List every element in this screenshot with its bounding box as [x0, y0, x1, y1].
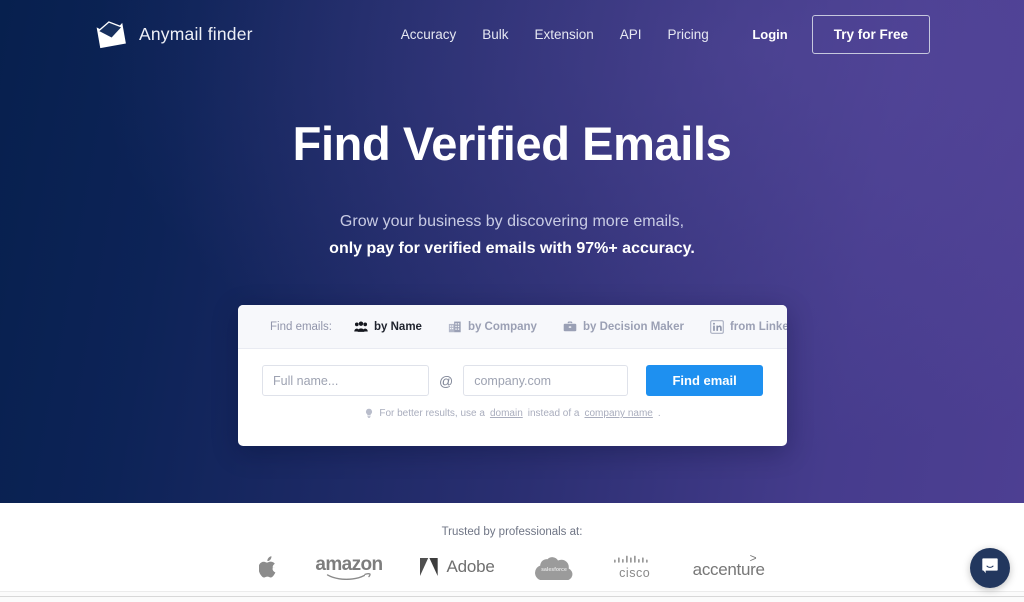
primary-nav: Accuracy Bulk Extension API Pricing [401, 27, 709, 42]
hint-suffix: . [657, 408, 661, 419]
svg-text:salesforce: salesforce [541, 567, 567, 573]
tab-from-linkedin[interactable]: from LinkedIn [710, 319, 787, 334]
hero-section: Anymail finder Accuracy Bulk Extension A… [0, 0, 1024, 503]
amazon-logo: amazon [315, 554, 383, 580]
tab-label-by-name: by Name [374, 320, 422, 333]
apple-logo [259, 554, 279, 580]
trusted-by-section: Trusted by professionals at: amazon Adob… [0, 503, 1024, 591]
chat-launcher-button[interactable] [970, 548, 1010, 588]
tab-label-by-decision-maker: by Decision Maker [582, 320, 684, 333]
tab-by-name[interactable]: by Name [354, 320, 422, 334]
login-link[interactable]: Login [752, 27, 787, 42]
salesforce-logo: salesforce [531, 554, 577, 580]
briefcase-icon [563, 320, 577, 334]
accenture-logo: > accenture [693, 551, 765, 580]
full-name-input[interactable] [262, 365, 429, 396]
hero-copy: Find Verified Emails Grow your business … [0, 117, 1024, 258]
trusted-by-title: Trusted by professionals at: [441, 526, 583, 538]
chat-bubble-icon [980, 556, 1000, 581]
tab-label-from-linkedin: from LinkedIn [729, 320, 787, 333]
nav-link-extension[interactable]: Extension [534, 27, 593, 42]
at-symbol: @ [439, 372, 454, 389]
hint-link-domain[interactable]: domain [490, 408, 523, 419]
search-hint: For better results, use a domain instead… [262, 408, 763, 419]
envelope-icon [94, 19, 128, 49]
hero-subline-2: only pay for verified emails with 97%+ a… [329, 239, 695, 257]
find-email-button[interactable]: Find email [646, 365, 763, 396]
brand-logo-link[interactable]: Anymail finder [94, 19, 253, 49]
try-for-free-button[interactable]: Try for Free [811, 14, 930, 54]
linkedin-icon [710, 319, 724, 334]
nav-link-api[interactable]: API [620, 27, 642, 42]
cisco-logo: cisco [613, 554, 657, 580]
find-emails-label: Find emails: [270, 320, 332, 333]
company-domain-input[interactable] [463, 365, 629, 396]
site-header: Anymail finder Accuracy Bulk Extension A… [0, 0, 1024, 68]
tab-by-company[interactable]: by Company [448, 320, 537, 334]
page-bottom-rule [0, 596, 1024, 597]
tab-label-by-company: by Company [467, 320, 537, 333]
adobe-logo-text: Adobe [446, 557, 495, 576]
people-group-icon [354, 320, 368, 334]
nav-link-bulk[interactable]: Bulk [482, 27, 508, 42]
hint-prefix: For better results, use a [379, 408, 485, 419]
email-search-card: Find emails: by Name by Company by Decis… [238, 305, 787, 446]
header-actions: Login Try for Free [752, 14, 930, 54]
building-icon [448, 320, 462, 334]
hint-middle: instead of a [527, 408, 580, 419]
tab-by-decision-maker[interactable]: by Decision Maker [563, 320, 684, 334]
search-form: @ Find email For better results, use a d… [238, 349, 787, 419]
client-logos: amazon Adobe salesforce cisco > accentur… [0, 551, 1024, 580]
page-root: Anymail finder Accuracy Bulk Extension A… [0, 0, 1024, 602]
brand-name: Anymail finder [139, 23, 253, 44]
hint-link-company-name[interactable]: company name [584, 408, 652, 419]
cisco-logo-text: cisco [619, 565, 651, 580]
search-input-row: @ Find email [262, 365, 763, 396]
nav-link-accuracy[interactable]: Accuracy [401, 27, 457, 42]
nav-link-pricing[interactable]: Pricing [668, 27, 709, 42]
page-title: Find Verified Emails [292, 117, 732, 170]
accenture-caret-icon: > [749, 551, 757, 565]
lightbulb-icon [364, 408, 374, 419]
hero-subline-1: Grow your business by discovering more e… [339, 212, 685, 230]
adobe-logo: Adobe [419, 554, 495, 580]
search-mode-tabs: Find emails: by Name by Company by Decis… [238, 305, 787, 349]
